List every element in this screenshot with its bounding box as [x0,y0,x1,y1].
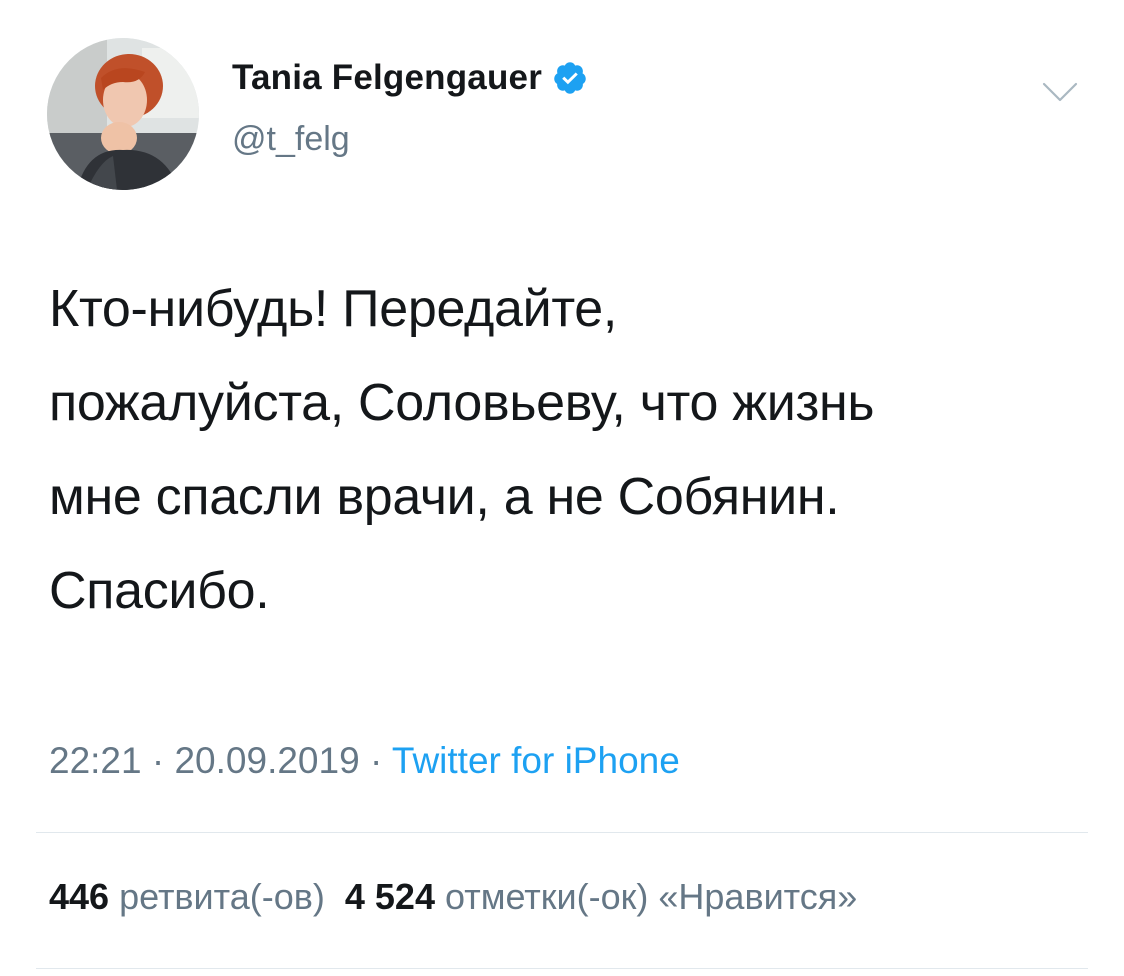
author-avatar[interactable] [47,38,199,190]
tweet-text-line: Кто-нибудь! Передайте, [49,280,618,338]
tweet-stats: 446 ретвита(-ов) 4 524 отметки(-ок) «Нрав… [49,876,857,918]
retweets-label: ретвита(-ов) [119,876,325,917]
tweet-source-link[interactable]: Twitter for iPhone [392,740,680,781]
tweet-text: Кто-нибудь! Передайте, пожалуйста, Солов… [49,262,1089,638]
divider [36,832,1088,833]
tweet-text-line: мне спасли врачи, а не Собянин. [49,468,840,526]
chevron-down-icon[interactable] [1040,80,1080,106]
tweet-meta: 22:21 · 20.09.2019 · Twitter for iPhone [49,740,680,782]
author-name-row[interactable]: Tania Felgengauer [232,58,588,98]
likes-stat[interactable]: 4 524 отметки(-ок) «Нравится» [345,876,857,917]
likes-label: отметки(-ок) «Нравится» [445,876,858,917]
meta-separator: · [359,740,392,781]
divider [36,968,1088,969]
author-handle[interactable]: @t_felg [232,120,350,159]
retweets-stat[interactable]: 446 ретвита(-ов) [49,876,325,917]
likes-count: 4 524 [344,876,435,917]
meta-separator: · [141,740,175,781]
author-name[interactable]: Tania Felgengauer [232,58,542,98]
tweet-date[interactable]: 20.09.2019 [174,740,359,781]
avatar-photo [47,38,199,190]
tweet-time[interactable]: 22:21 [49,740,142,781]
tweet-text-line: пожалуйста, Соловьеву, что жизнь [49,374,875,432]
verified-badge-icon [554,62,586,94]
tweet-text-line: Спасибо. [49,562,270,620]
retweets-count: 446 [49,876,110,917]
